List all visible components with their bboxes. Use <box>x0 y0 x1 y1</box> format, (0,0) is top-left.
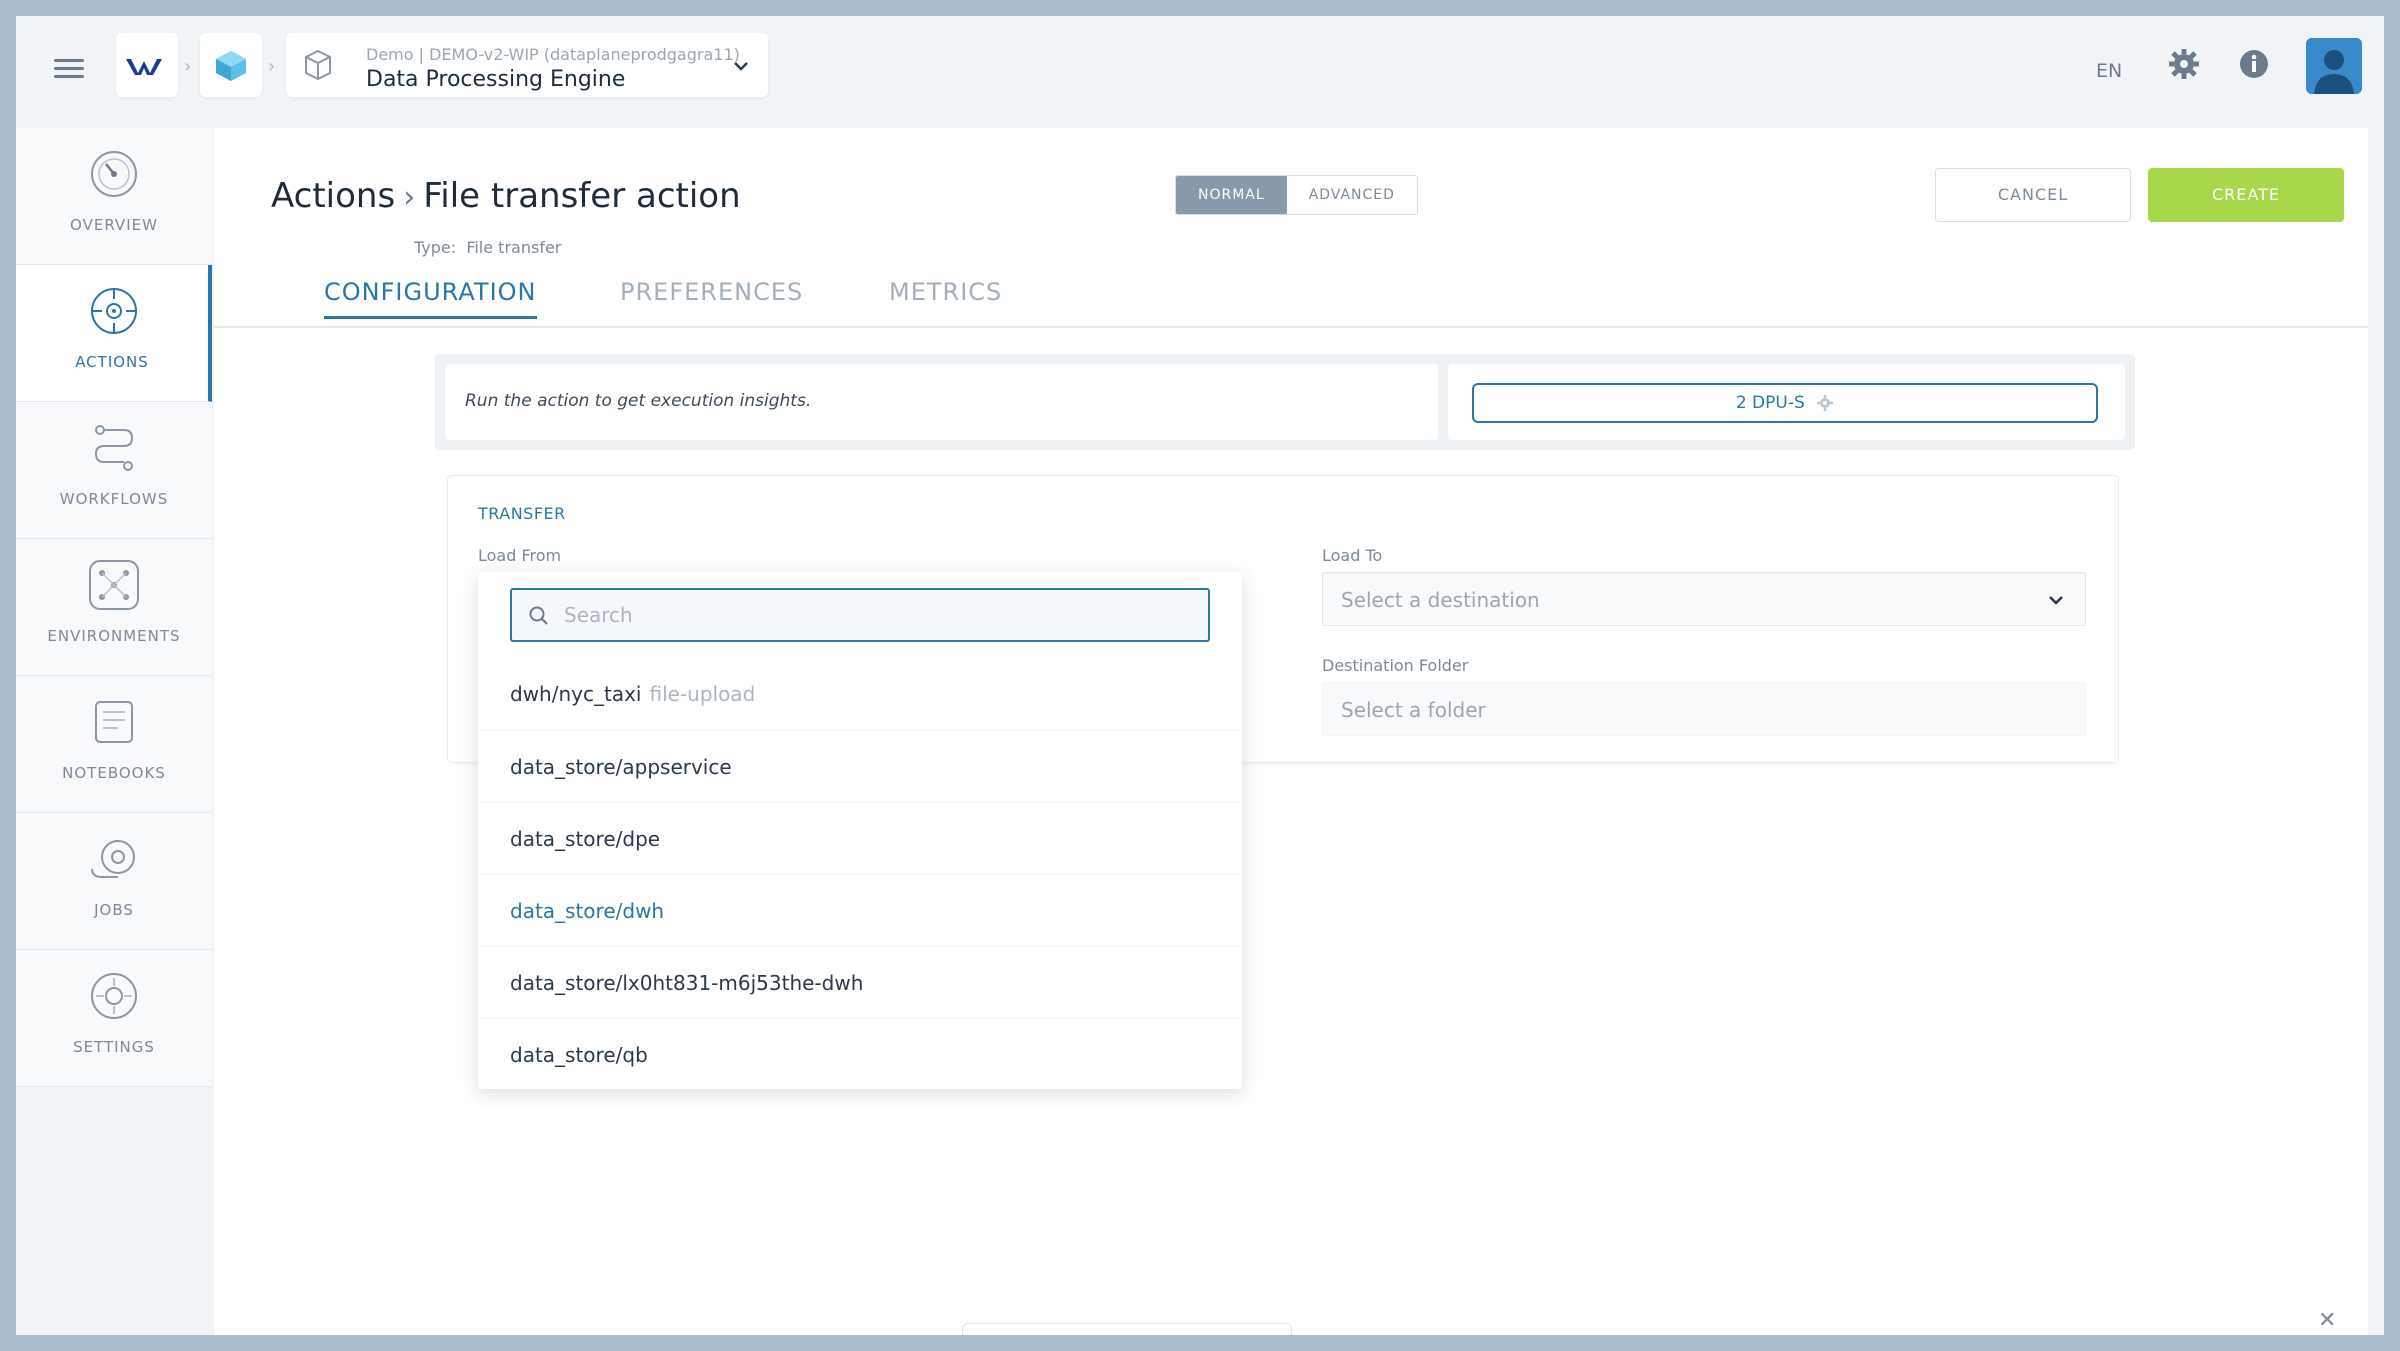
list-item[interactable]: data_store/lx0ht831-m6j53the-dwh <box>478 946 1242 1018</box>
list-item-name: data_store/dwh <box>510 899 665 923</box>
project-title: Data Processing Engine <box>366 67 626 92</box>
type-label: Type: <box>414 238 457 257</box>
menu-icon[interactable] <box>54 54 84 84</box>
load-from-dropdown: dwh/nyc_taxi file-upload data_store/appse… <box>478 572 1242 1089</box>
project-subtitle: Demo | DEMO-v2-WIP (dataplaneprodgagra11… <box>366 45 740 64</box>
bottom-panel-handle[interactable] <box>962 1323 1292 1335</box>
insights-message: Run the action to get execution insights… <box>445 364 1438 440</box>
search-icon <box>529 606 548 625</box>
app-window: › › Demo | DEMO-v2-WIP (dataplaneprodgag… <box>16 16 2384 1335</box>
tab-bar: CONFIGURATION PREFERENCES METRICS <box>214 268 2368 328</box>
list-item-name: dwh/nyc_taxi <box>510 682 642 706</box>
sidebar-item-overview[interactable]: OVERVIEW <box>16 128 212 265</box>
mode-normal-button[interactable]: NORMAL <box>1176 176 1287 214</box>
tab-configuration[interactable]: CONFIGURATION <box>324 278 537 319</box>
mode-toggle: NORMAL ADVANCED <box>1175 175 1418 215</box>
insights-panel: Run the action to get execution insights… <box>435 354 2135 450</box>
avatar[interactable] <box>2306 38 2362 94</box>
sidebar-item-label: SETTINGS <box>73 1038 155 1056</box>
sidebar-item-label: WORKFLOWS <box>59 490 169 508</box>
project-cube-button[interactable] <box>200 33 262 97</box>
action-type: Type: File transfer <box>414 238 561 257</box>
transfer-section-title: TRANSFER <box>478 504 566 523</box>
sidebar-item-actions[interactable]: ACTIONS <box>16 265 212 402</box>
create-button[interactable]: CREATE <box>2148 168 2344 222</box>
list-item-highlighted[interactable]: data_store/dwh <box>478 874 1242 946</box>
chevron-down-icon[interactable] <box>732 57 750 75</box>
settings-icon <box>91 973 137 1019</box>
chevron-down-icon <box>2049 596 2063 605</box>
target-icon <box>91 288 137 334</box>
mode-advanced-button[interactable]: ADVANCED <box>1286 176 1417 214</box>
package-icon <box>305 49 331 81</box>
cube-icon <box>216 51 246 81</box>
list-item[interactable]: data_store/appservice <box>478 730 1242 802</box>
sidebar-item-label: ACTIONS <box>75 353 149 371</box>
cancel-button[interactable]: CANCEL <box>1935 168 2131 222</box>
breadcrumb-separator: › <box>268 56 276 77</box>
logo-icon <box>126 59 162 75</box>
gear-icon <box>1817 395 1834 411</box>
search-input[interactable] <box>564 600 1184 630</box>
logo-button[interactable] <box>116 33 178 97</box>
info-icon[interactable] <box>2238 48 2270 80</box>
search-field <box>510 588 1210 642</box>
language-selector[interactable]: EN <box>2096 60 2122 82</box>
avatar-icon <box>2306 38 2362 94</box>
sidebar-item-label: JOBS <box>94 901 134 919</box>
load-to-placeholder: Select a destination <box>1341 588 1540 612</box>
sidebar-item-settings[interactable]: SETTINGS <box>16 950 212 1087</box>
load-to-label: Load To <box>1322 546 1383 565</box>
breadcrumb-root[interactable]: Actions <box>271 176 395 216</box>
list-item-name: data_store/lx0ht831-m6j53the-dwh <box>510 971 864 995</box>
sidebar-item-environments[interactable]: ENVIRONMENTS <box>16 539 212 676</box>
list-item-tag: file-upload <box>649 682 756 706</box>
sidebar-item-label: OVERVIEW <box>70 216 158 234</box>
dpu-label: 2 DPU-S <box>1735 393 1805 413</box>
main-panel: Actions › File transfer action Type: File … <box>214 128 2368 1335</box>
sidebar-item-label: ENVIRONMENTS <box>47 627 181 645</box>
workflow-icon <box>94 425 134 471</box>
tab-metrics[interactable]: METRICS <box>889 278 1002 316</box>
destination-folder-placeholder: Select a folder <box>1341 698 1486 722</box>
list-item[interactable]: data_store/dpe <box>478 802 1242 874</box>
gear-icon[interactable] <box>2166 46 2202 82</box>
load-to-select[interactable]: Select a destination <box>1322 572 2086 626</box>
network-icon <box>89 560 139 610</box>
sidebar-item-jobs[interactable]: JOBS <box>16 813 212 950</box>
list-item[interactable]: data_store/qb <box>478 1018 1242 1090</box>
breadcrumb-separator: › <box>184 56 192 77</box>
list-item-name: data_store/qb <box>510 1043 648 1067</box>
top-bar: › › Demo | DEMO-v2-WIP (dataplaneprodgag… <box>16 16 2384 128</box>
sidebar-item-label: NOTEBOOKS <box>62 764 166 782</box>
list-item-name: data_store/appservice <box>510 755 732 779</box>
close-icon[interactable]: ✕ <box>2318 1308 2336 1333</box>
list-item-name: data_store/dpe <box>510 827 661 851</box>
tab-preferences[interactable]: PREFERENCES <box>620 278 803 316</box>
type-value: File transfer <box>466 238 562 257</box>
notebook-icon <box>95 701 133 743</box>
page-title: Actions › File transfer action <box>271 176 741 216</box>
gauge-icon <box>91 151 137 197</box>
sidebar-item-workflows[interactable]: WORKFLOWS <box>16 402 212 539</box>
sidebar: OVERVIEW ACTIONS WORKFLOWS ENVIRONMENTS … <box>16 128 212 1087</box>
jobs-icon <box>91 840 135 878</box>
sidebar-item-notebooks[interactable]: NOTEBOOKS <box>16 676 212 813</box>
list-item[interactable]: dwh/nyc_taxi file-upload <box>478 658 1242 730</box>
dpu-button[interactable]: 2 DPU-S <box>1472 383 2098 423</box>
destination-folder-label: Destination Folder <box>1322 656 1469 675</box>
destination-folder-select[interactable]: Select a folder <box>1322 682 2086 736</box>
project-selector[interactable]: Demo | DEMO-v2-WIP (dataplaneprodgagra11… <box>286 33 768 97</box>
chevron-right-icon: › <box>403 180 416 215</box>
breadcrumb-current: File transfer action <box>423 176 741 216</box>
dpu-panel: 2 DPU-S <box>1448 364 2125 440</box>
load-from-label: Load From <box>478 546 562 565</box>
